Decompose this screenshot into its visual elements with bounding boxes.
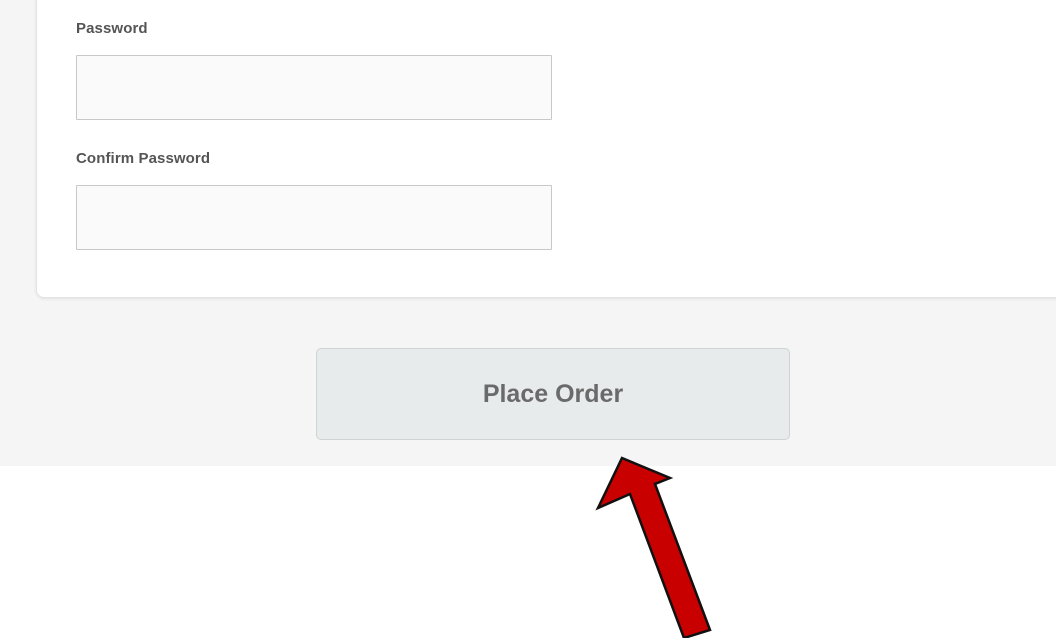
account-form-card <box>36 0 1056 298</box>
place-order-button[interactable]: Place Order <box>316 348 790 440</box>
password-field[interactable] <box>76 55 552 120</box>
password-label: Password <box>76 20 148 37</box>
confirm-password-field[interactable] <box>76 185 552 250</box>
confirm-password-label: Confirm Password <box>76 150 211 167</box>
red-arrow-shape <box>595 456 712 638</box>
checkout-page: Password Confirm Password Place Order <box>0 0 1056 638</box>
red-arrow-icon <box>595 456 712 638</box>
